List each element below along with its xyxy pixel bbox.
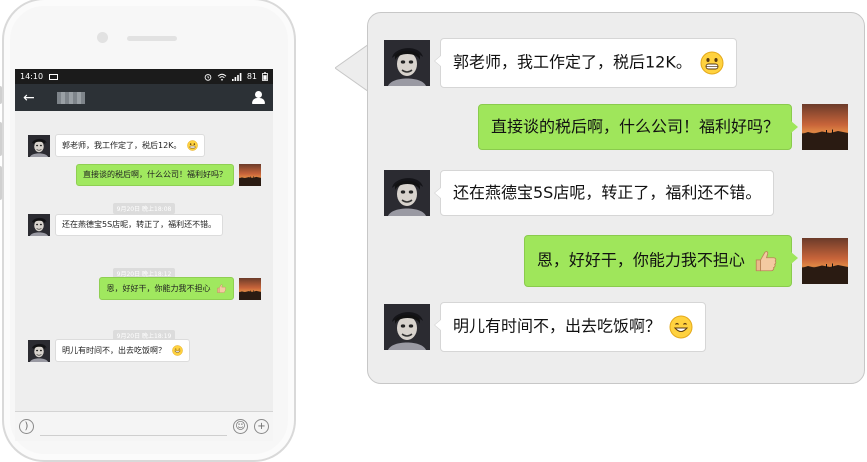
- smile-emoji-icon: [172, 345, 183, 356]
- message-bubble[interactable]: 明儿有时间不，出去吃饭啊？: [433, 302, 707, 352]
- status-bar: 14:10 81: [15, 69, 273, 84]
- zoom-message-row: 还在燕德宝5S店呢，转正了，福利还不错。: [384, 170, 775, 216]
- avatar[interactable]: [802, 238, 848, 284]
- message-bubble[interactable]: 恩，好好干，你能力我不担心: [523, 235, 799, 287]
- message-input[interactable]: [40, 417, 227, 436]
- zoom-message-row: 明儿有时间不，出去吃饭啊？: [384, 302, 707, 352]
- wifi-icon: [217, 73, 227, 81]
- avatar[interactable]: [802, 104, 848, 150]
- avatar[interactable]: [384, 304, 430, 350]
- signal-icon: [231, 72, 242, 81]
- zoom-message-row: 恩，好好干，你能力我不担心: [523, 235, 848, 287]
- message-text: 直接谈的税后啊，什么公司！福利好吗？: [83, 170, 227, 179]
- message-bubble[interactable]: 直接谈的税后啊，什么公司！福利好吗？: [477, 104, 799, 150]
- grin-emoji-icon: [187, 140, 198, 151]
- avatar[interactable]: [28, 340, 50, 362]
- message-text: 明儿有时间不，出去吃饭啊？: [453, 316, 662, 336]
- message-bubble[interactable]: 还在燕德宝5S店呢，转正了，福利还不错。: [433, 170, 775, 216]
- battery-icon: [262, 72, 268, 81]
- message-text: 郭老师，我工作定了，税后12K。: [453, 52, 692, 72]
- thumbs-up-emoji-icon: [753, 248, 779, 274]
- message-text: 恩，好好干，你能力我不担心: [106, 284, 211, 293]
- message-bubble[interactable]: 恩，好好干，你能力我不担心: [99, 277, 234, 300]
- avatar[interactable]: [384, 170, 430, 216]
- mute-switch: [0, 86, 2, 104]
- message-bubble[interactable]: 郭老师，我工作定了，税后12K。: [434, 38, 737, 88]
- image-notification-icon: [49, 73, 59, 80]
- timestamp-text: 9月20日 晚上18:08: [112, 203, 176, 214]
- message-text: 恩，好好干，你能力我不担心: [536, 250, 745, 270]
- zoom-panel: 郭老师，我工作定了，税后12K。 直接谈的税后啊，什么公司！福利好吗？ 还在燕德…: [367, 12, 865, 384]
- message-text: 郭老师，我工作定了，税后12K。: [62, 141, 182, 150]
- contact-name-pixelated: [56, 91, 85, 104]
- earpiece-speaker: [127, 36, 177, 41]
- message-text: 明儿有时间不，出去吃饭啊？: [62, 346, 166, 355]
- emoji-icon[interactable]: ☺: [233, 419, 248, 434]
- plus-icon[interactable]: +: [254, 419, 269, 434]
- alarm-icon: [204, 73, 212, 81]
- message-bubble[interactable]: 明儿有时间不，出去吃饭啊？: [55, 339, 190, 362]
- message-row: 明儿有时间不，出去吃饭啊？: [28, 339, 190, 362]
- callout-pointer: [335, 44, 369, 92]
- battery-level: 81: [246, 72, 257, 81]
- input-bar: ) ☺ +: [15, 411, 273, 441]
- avatar[interactable]: [28, 135, 50, 157]
- status-icons: 81: [204, 72, 268, 81]
- phone-screen: 14:10 81 ← 郭老师，我工作定了，税后12K。 直接谈的税后啊，什么公司…: [15, 69, 273, 441]
- avatar[interactable]: [239, 278, 261, 300]
- person-icon[interactable]: [252, 91, 265, 104]
- volume-down-button: [0, 166, 2, 200]
- voice-icon[interactable]: ): [19, 419, 34, 434]
- zoom-message-row: 直接谈的税后啊，什么公司！福利好吗？: [477, 104, 848, 150]
- message-text: 还在燕德宝5S店呢，转正了，福利还不错。: [453, 183, 762, 202]
- message-row: 郭老师，我工作定了，税后12K。: [28, 134, 205, 157]
- front-camera: [97, 32, 108, 43]
- message-text: 直接谈的税后啊，什么公司！福利好吗？: [490, 117, 779, 136]
- message-bubble[interactable]: 直接谈的税后啊，什么公司！福利好吗？: [76, 164, 234, 186]
- message-row: 还在燕德宝5S店呢，转正了，福利还不错。: [28, 214, 224, 236]
- zoom-message-row: 郭老师，我工作定了，税后12K。: [384, 38, 737, 88]
- avatar[interactable]: [239, 164, 261, 186]
- timestamp: 9月20日 晚上18:08: [15, 196, 273, 215]
- message-row: 直接谈的税后啊，什么公司！福利好吗？: [76, 164, 261, 186]
- back-arrow-icon[interactable]: ←: [23, 91, 35, 105]
- message-text: 还在燕德宝5S店呢，转正了，福利还不错。: [62, 220, 217, 229]
- thumbs-up-emoji-icon: [216, 283, 227, 294]
- avatar[interactable]: [28, 214, 50, 236]
- status-time: 14:10: [20, 72, 44, 81]
- message-bubble[interactable]: 郭老师，我工作定了，税后12K。: [55, 134, 205, 157]
- message-bubble[interactable]: 还在燕德宝5S店呢，转正了，福利还不错。: [55, 214, 224, 236]
- message-list: 郭老师，我工作定了，税后12K。 直接谈的税后啊，什么公司！福利好吗？ 9月20…: [15, 111, 273, 411]
- smile-emoji-icon: [669, 315, 693, 339]
- volume-up-button: [0, 122, 2, 156]
- chat-header: ←: [15, 84, 273, 111]
- grin-emoji-icon: [700, 51, 724, 75]
- message-row: 恩，好好干，你能力我不担心: [99, 277, 261, 300]
- avatar[interactable]: [384, 40, 430, 86]
